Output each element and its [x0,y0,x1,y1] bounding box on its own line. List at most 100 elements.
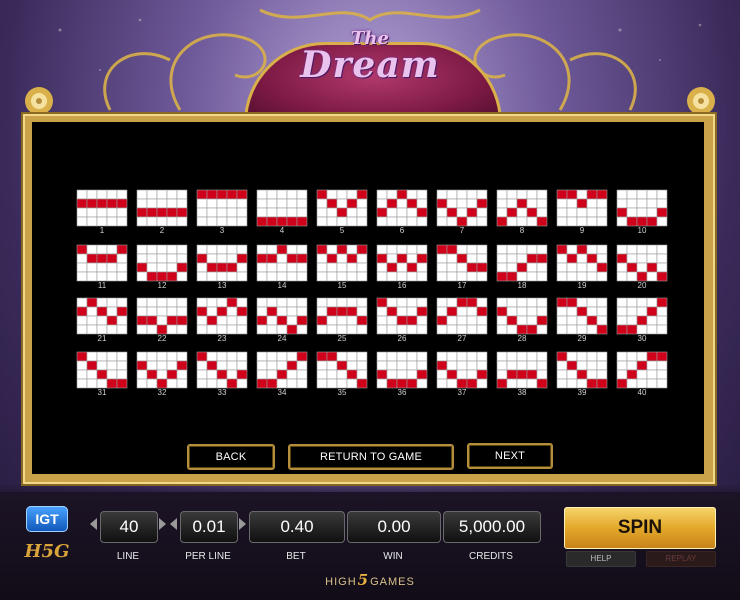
payline-cell [396,216,408,227]
payline-cell [436,189,448,200]
payline-cell [256,369,268,380]
payline-cell-active [156,207,168,218]
payline-1: 1 [76,189,128,237]
payline-cell [296,207,308,218]
payline-cell [616,198,628,209]
payline-cell [656,378,668,389]
per-line-decrease-arrow-icon[interactable] [170,518,177,530]
payline-cell-active [536,216,548,227]
payline-10: 10 [616,189,668,237]
payline-cell [416,198,428,209]
payline-22: 22 [136,297,188,345]
next-button[interactable]: NEXT [467,443,553,469]
payline-cell [166,351,178,362]
payline-cell [556,324,568,335]
payline-cell [636,189,648,200]
payline-cell [156,315,168,326]
help-button[interactable]: HELP [566,551,636,567]
payline-cell [136,369,148,380]
payline-cell-active [236,189,248,200]
payline-cell-active [116,306,128,317]
payline-cell [106,262,118,273]
payline-cell [416,315,428,326]
payline-cell [116,271,128,282]
back-button[interactable]: BACK [187,444,275,470]
payline-cell [416,262,428,273]
payline-cell-active [136,262,148,273]
payline-cell [376,262,388,273]
payline-cell-active [256,378,268,389]
payline-cell-active [596,189,608,200]
payline-diagram [496,244,548,282]
payline-2: 2 [136,189,188,237]
line-decrease-arrow-icon[interactable] [90,518,97,530]
payline-cell [646,253,658,264]
payline-cell [566,198,578,209]
payline-cell-active [116,378,128,389]
payline-cell [506,378,518,389]
payline-cell [146,189,158,200]
payline-cell [516,315,528,326]
payline-cell [416,351,428,362]
payline-cell-active [346,253,358,264]
payline-cell [616,216,628,227]
payline-diagram [616,297,668,335]
payline-cell [536,271,548,282]
payline-cell-active [576,369,588,380]
payline-cell [506,360,518,371]
payline-cell [586,306,598,317]
payline-cell-active [536,378,548,389]
payline-cell [436,262,448,273]
payline-cell [206,198,218,209]
spin-button[interactable]: SPIN [564,507,716,549]
payline-cell [466,216,478,227]
payline-cell-active [376,207,388,218]
payline-cell [96,351,108,362]
payline-cell [156,351,168,362]
payline-cell-active [466,207,478,218]
payline-cell [566,306,578,317]
payline-cell [106,216,118,227]
payline-cell [376,324,388,335]
payline-cell [166,262,178,273]
payline-cell [386,207,398,218]
payline-cell [576,315,588,326]
payline-cell [456,360,468,371]
payline-cell [86,306,98,317]
payline-number: 20 [637,281,647,290]
payline-cell [566,378,578,389]
payline-cell [196,360,208,371]
line-increase-arrow-icon[interactable] [159,518,166,530]
payline-cell [526,360,538,371]
payline-cell [496,351,508,362]
payline-cell [576,253,588,264]
payline-cell [656,216,668,227]
payline-cell [236,207,248,218]
payline-cell [206,244,218,255]
payline-cell [496,189,508,200]
payline-13: 13 [196,244,248,292]
payline-cell [106,207,118,218]
payline-cell [266,189,278,200]
return-to-game-button[interactable]: RETURN TO GAME [288,444,454,470]
replay-button[interactable]: REPLAY [646,551,716,567]
payline-cell [76,297,88,308]
line-field: 40 [100,511,158,543]
payline-37: 37 [436,351,488,399]
payline-cell-active [256,216,268,227]
payline-cell [266,262,278,273]
payline-cell-active [476,262,488,273]
payline-cell [346,244,358,255]
per-line-increase-arrow-icon[interactable] [239,518,246,530]
payline-cell [356,207,368,218]
payline-cell [646,207,658,218]
payline-cell [446,324,458,335]
payline-cell [86,262,98,273]
payline-38: 38 [496,351,548,399]
win-label: WIN [383,551,403,562]
payline-cell-active [406,315,418,326]
payline-cell [406,360,418,371]
payline-diagram [316,244,368,282]
payline-cell [516,351,528,362]
payline-cell-active [106,378,118,389]
